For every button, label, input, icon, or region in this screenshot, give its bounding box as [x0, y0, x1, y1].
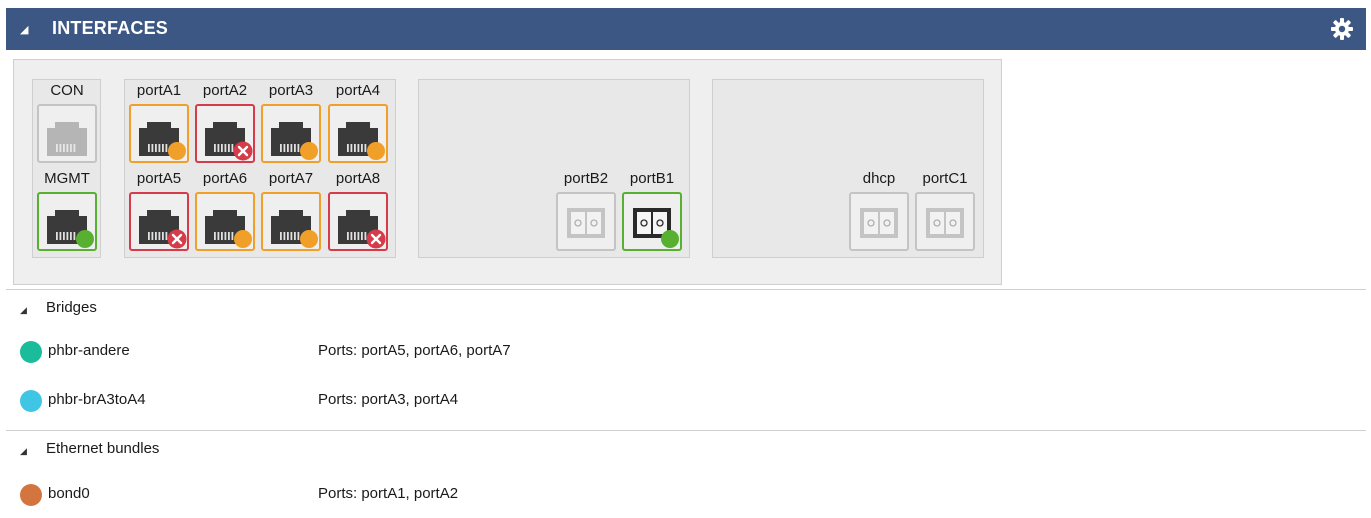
port-label-porta6: portA6 — [202, 170, 248, 187]
bundle-row[interactable]: bond0 Ports: portA1, portA2 — [20, 480, 1320, 508]
bridges-divider — [6, 289, 1366, 290]
ethernet-port-icon — [271, 122, 318, 160]
bridge-name: phbr-andere — [48, 342, 130, 359]
port-dhcp[interactable] — [849, 192, 909, 251]
bridge-ports: Ports: portA3, portA4 — [318, 391, 459, 408]
port-label-porta3: portA3 — [268, 82, 314, 99]
port-porta6[interactable] — [195, 192, 255, 251]
port-label-porta2: portA2 — [202, 82, 248, 99]
bridge-ports: Ports: portA5, portA6, portA7 — [318, 342, 511, 359]
port-label-dhcp: dhcp — [862, 170, 896, 187]
up-status-icon — [76, 230, 94, 248]
warning-status-icon — [300, 230, 318, 248]
port-portb2[interactable] — [556, 192, 616, 251]
port-label-mgmt: MGMT — [44, 170, 90, 187]
bridges-section-title[interactable]: Bridges — [46, 299, 97, 316]
port-label-porta7: portA7 — [268, 170, 314, 187]
up-status-icon — [661, 230, 679, 248]
bridge-row[interactable]: phbr-andere Ports: portA5, portA6, portA… — [20, 337, 1320, 365]
warning-status-icon — [367, 142, 385, 160]
port-mgmt[interactable] — [37, 192, 97, 251]
port-label-porta4: portA4 — [335, 82, 381, 99]
port-porta2[interactable] — [195, 104, 255, 163]
fiber-port-icon — [567, 208, 605, 238]
warning-status-icon — [234, 230, 252, 248]
bundle-color-dot — [20, 484, 42, 506]
ethernet-port-icon — [338, 210, 386, 249]
ethernet-port-icon — [139, 210, 187, 249]
interfaces-header[interactable]: ◢ INTERFACES — [6, 8, 1366, 50]
port-porta1[interactable] — [129, 104, 189, 163]
port-label-porta8: portA8 — [335, 170, 381, 187]
port-label-portb1: portB1 — [629, 170, 675, 187]
bridge-name: phbr-brA3toA4 — [48, 391, 146, 408]
port-porta7[interactable] — [261, 192, 321, 251]
fiber-port-icon — [926, 208, 964, 238]
port-label-portb2: portB2 — [563, 170, 609, 187]
bridge-row[interactable]: phbr-brA3toA4 Ports: portA3, portA4 — [20, 386, 1320, 414]
ethernet-port-icon — [47, 210, 94, 248]
bundles-collapse-icon[interactable]: ◢ — [20, 446, 27, 457]
warning-status-icon — [168, 142, 186, 160]
port-porta3[interactable] — [261, 104, 321, 163]
ethernet-port-icon — [47, 122, 87, 156]
port-portc1[interactable] — [915, 192, 975, 251]
fiber-port-icon — [860, 208, 898, 238]
bundles-section-title[interactable]: Ethernet bundles — [46, 440, 159, 457]
gear-icon[interactable] — [1330, 17, 1354, 41]
bundle-name: bond0 — [48, 485, 90, 502]
port-con[interactable] — [37, 104, 97, 163]
bundle-ports: Ports: portA1, portA2 — [318, 485, 459, 502]
collapse-triangle-icon[interactable]: ◢ — [20, 23, 28, 36]
port-portb1[interactable] — [622, 192, 682, 251]
ethernet-port-icon — [338, 122, 385, 160]
bridge-color-dot — [20, 341, 42, 363]
port-label-porta5: portA5 — [136, 170, 182, 187]
bridge-color-dot — [20, 390, 42, 412]
ethernet-port-icon — [205, 210, 252, 248]
port-label-porta1: portA1 — [136, 82, 182, 99]
port-porta4[interactable] — [328, 104, 388, 163]
port-label-con: CON — [50, 82, 84, 99]
port-porta8[interactable] — [328, 192, 388, 251]
port-label-portc1: portC1 — [922, 170, 968, 187]
port-porta5[interactable] — [129, 192, 189, 251]
bundles-divider — [6, 430, 1366, 431]
ethernet-port-icon — [271, 210, 318, 248]
warning-status-icon — [300, 142, 318, 160]
bridges-collapse-icon[interactable]: ◢ — [20, 305, 27, 316]
ethernet-port-icon — [139, 122, 186, 160]
header-title: INTERFACES — [52, 18, 169, 38]
fiber-port-icon — [633, 208, 679, 248]
ethernet-port-icon — [205, 122, 253, 161]
